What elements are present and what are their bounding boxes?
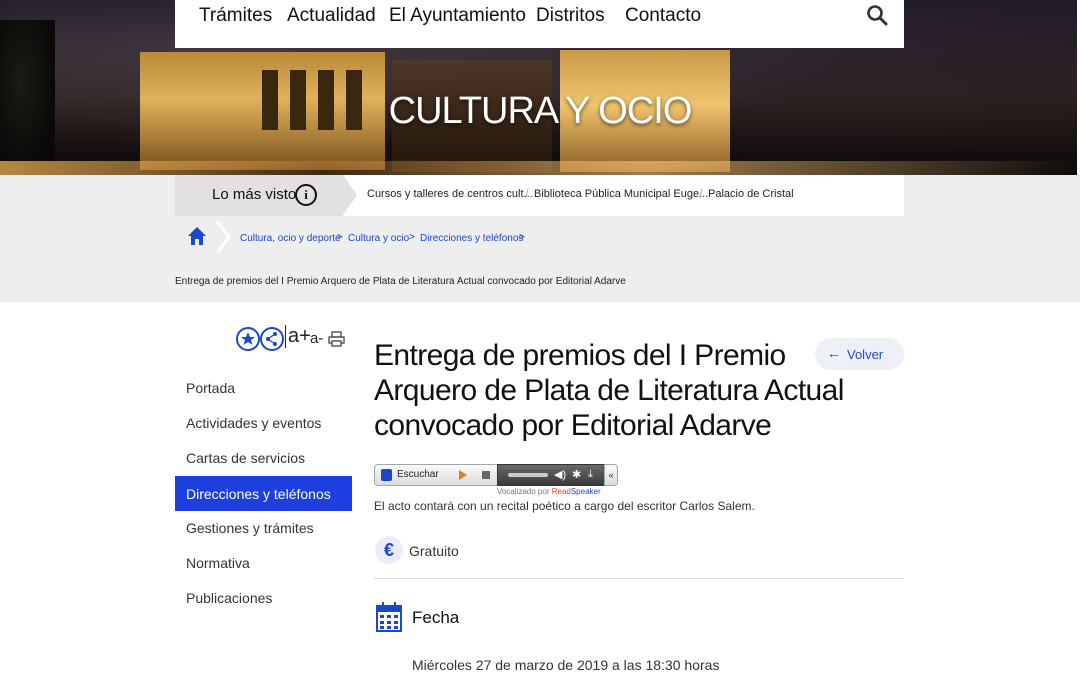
play-icon[interactable] — [459, 470, 467, 480]
download-icon[interactable]: ⤓ — [588, 468, 593, 481]
speaker-icon — [381, 469, 392, 481]
share-icon[interactable] — [260, 327, 284, 351]
arrow-left-icon: ← — [827, 345, 841, 361]
calendar-icon — [376, 602, 402, 632]
voiced-by-label: Vocalizado por ReadSpeaker — [497, 487, 601, 496]
most-viewed-label: Lo más visto — [212, 186, 297, 203]
event-description: El acto contará con un recital poético a… — [374, 499, 755, 513]
tab-arrow — [343, 175, 357, 215]
favorite-icon[interactable] — [236, 327, 260, 351]
breadcrumb-item[interactable]: Direcciones y teléfonos — [420, 233, 523, 244]
player-controls: ◀) ✱ ⤓ — [497, 464, 605, 486]
listen-label: Escuchar — [397, 469, 439, 480]
breadcrumb-item[interactable]: Cultura, ocio y deporte — [240, 233, 341, 244]
back-button-label: Volver — [847, 347, 884, 362]
sidebar-item-label: Direcciones y teléfonos — [186, 486, 331, 502]
breadcrumb-divider — [215, 221, 231, 253]
nav-item-ayuntamiento[interactable]: El Ayuntamiento — [389, 5, 526, 27]
progress-slider[interactable] — [508, 473, 548, 477]
info-icon[interactable]: i — [295, 184, 317, 206]
nav-item-actualidad[interactable]: Actualidad — [287, 5, 376, 27]
home-icon[interactable] — [187, 226, 207, 246]
most-viewed-link[interactable]: Cursos y talleres de centros cult... — [367, 188, 533, 200]
sidebar-item-label: Gestiones y trámites — [186, 520, 314, 536]
breadcrumb-separator: > — [337, 232, 343, 243]
sidebar-item-label: Normativa — [186, 555, 250, 571]
back-button[interactable]: ← Volver — [815, 338, 904, 370]
sidebar-item-publicaciones[interactable]: Publicaciones — [175, 580, 352, 615]
collapse-player-button[interactable]: « — [604, 464, 618, 486]
sidebar-item-label: Cartas de servicios — [186, 450, 306, 466]
hero-title: CULTURA Y OCIO — [388, 90, 693, 132]
most-viewed-tab: Lo más visto i — [175, 175, 357, 216]
volume-icon[interactable]: ◀) — [554, 468, 566, 481]
price-label: Gratuito — [409, 543, 459, 559]
euro-icon: € — [375, 536, 403, 564]
font-increase-button[interactable]: a+ — [285, 325, 311, 348]
link-separator: / — [699, 186, 703, 201]
sidebar-item-label: Publicaciones — [186, 590, 273, 606]
readspeaker-player: Escuchar ◀) ✱ ⤓ « — [374, 464, 618, 486]
hero-lights — [0, 161, 1080, 175]
most-viewed-link[interactable]: Palacio de Cristal — [708, 188, 794, 200]
divider — [374, 578, 904, 579]
readspeaker-brand-suffix[interactable]: Speaker — [571, 487, 601, 496]
settings-icon[interactable]: ✱ — [572, 468, 581, 481]
nav-item-tramites[interactable]: Trámites — [199, 5, 272, 27]
nav-item-contacto[interactable]: Contacto — [625, 5, 701, 27]
stop-icon[interactable] — [482, 471, 490, 479]
sidebar-item-label: Portada — [186, 380, 236, 396]
most-viewed-link[interactable]: Biblioteca Pública Municipal Euge... — [534, 188, 708, 200]
breadcrumb-separator: > — [409, 232, 415, 243]
voiced-by-text: Vocalizado por — [497, 487, 550, 496]
breadcrumb-item[interactable]: Cultura y ocio — [348, 233, 409, 244]
date-value: Miércoles 27 de marzo de 2019 a las 18:3… — [412, 657, 720, 673]
readspeaker-brand[interactable]: Read — [552, 487, 571, 496]
search-icon[interactable] — [866, 4, 888, 26]
listen-button[interactable]: Escuchar — [374, 464, 498, 486]
sidebar-item-portada[interactable]: Portada — [175, 370, 352, 405]
sidebar-item-actividades[interactable]: Actividades y eventos — [175, 405, 352, 440]
sidebar-item-cartas[interactable]: Cartas de servicios — [175, 440, 352, 475]
nav-item-distritos[interactable]: Distritos — [536, 5, 605, 27]
sidebar-item-label: Actividades y eventos — [186, 415, 322, 431]
breadcrumb-current: Entrega de premios del I Premio Arquero … — [175, 276, 626, 287]
link-separator: / — [525, 186, 529, 201]
top-navigation: Trámites Actualidad El Ayuntamiento Dist… — [175, 0, 904, 48]
print-icon[interactable] — [328, 331, 345, 347]
sidebar-item-direcciones[interactable]: Direcciones y teléfonos — [175, 476, 352, 511]
page-title: Entrega de premios del I Premio Arquero … — [374, 339, 844, 442]
date-heading: Fecha — [412, 608, 460, 627]
font-decrease-button[interactable]: a- — [310, 330, 323, 347]
most-viewed-bar: Lo más visto i Cursos y talleres de cent… — [175, 175, 904, 216]
breadcrumb-separator: > — [519, 232, 525, 243]
sidebar-item-normativa[interactable]: Normativa — [175, 545, 352, 580]
sidebar-item-gestiones[interactable]: Gestiones y trámites — [175, 510, 352, 545]
